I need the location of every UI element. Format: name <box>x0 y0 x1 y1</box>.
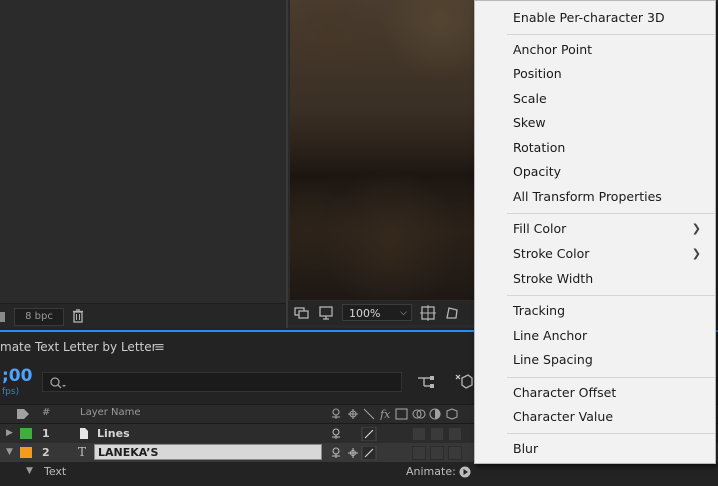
menu-item-character-value[interactable]: Character Value <box>513 406 715 428</box>
chevron-down-icon: ⌵ <box>400 308 407 318</box>
bit-depth-button[interactable]: 8 bpc <box>14 308 64 326</box>
menu-separator <box>507 433 715 434</box>
menu-item-fill-color[interactable]: Fill Color ❯ <box>513 218 715 240</box>
region-of-interest-icon[interactable] <box>420 305 436 321</box>
switches-header-icons: fx <box>332 408 458 420</box>
switch-box[interactable] <box>448 427 462 441</box>
switch-box[interactable] <box>412 427 426 441</box>
document-icon <box>80 428 88 439</box>
search-icon <box>50 377 66 389</box>
menu-separator <box>507 34 715 35</box>
menu-item-character-offset[interactable]: Character Offset <box>513 382 715 404</box>
layer-switches[interactable] <box>330 446 380 460</box>
animate-context-menu: Enable Per-character 3D Anchor Point Pos… <box>474 0 716 464</box>
menu-item-enable-per-character-3d[interactable]: Enable Per-character 3D <box>513 7 715 29</box>
label-color-swatch[interactable] <box>20 428 32 439</box>
composition-flowchart-icon[interactable] <box>416 374 436 390</box>
timeline-tab-title[interactable]: mate Text Letter by Letter <box>0 340 157 354</box>
text-property-row: ▼ Text Animate: <box>0 462 718 481</box>
menu-item-position[interactable]: Position <box>513 63 715 85</box>
collapse-arrow-icon[interactable]: ▼ <box>6 447 13 457</box>
layer-number: 1 <box>42 427 50 440</box>
column-layer-name-header[interactable]: Layer Name <box>80 407 141 418</box>
project-panel: 8 bpc <box>0 0 286 328</box>
menu-item-tracking[interactable]: Tracking <box>513 300 715 322</box>
panel-menu-icon[interactable]: ≡ <box>154 340 165 355</box>
menu-separator <box>507 377 715 378</box>
submenu-arrow-icon: ❯ <box>691 222 701 235</box>
menu-item-anchor-point[interactable]: Anchor Point <box>513 39 715 61</box>
layer-name-input[interactable]: LANEKA’S <box>94 444 322 460</box>
collapse-arrow-icon[interactable]: ▼ <box>26 466 33 476</box>
animate-label: Animate: <box>406 465 456 478</box>
trash-icon[interactable] <box>70 308 86 324</box>
menu-item-all-transform-properties[interactable]: All Transform Properties <box>513 186 715 208</box>
menu-item-opacity[interactable]: Opacity <box>513 161 715 183</box>
menu-item-line-spacing[interactable]: Line Spacing <box>513 349 715 371</box>
menu-item-scale[interactable]: Scale <box>513 88 715 110</box>
layer-search-input[interactable] <box>42 372 402 392</box>
text-layer-icon: T <box>78 445 87 459</box>
layer-number: 2 <box>42 446 50 459</box>
menu-separator <box>507 295 715 296</box>
zoom-select[interactable]: 100% ⌵ <box>342 304 412 321</box>
text-property-label: Text <box>44 465 67 478</box>
mask-path-icon[interactable] <box>444 305 460 321</box>
draft-3d-icon[interactable] <box>454 372 474 392</box>
menu-item-skew[interactable]: Skew <box>513 112 715 134</box>
column-number-header[interactable]: # <box>42 407 50 418</box>
switch-box[interactable] <box>430 446 444 460</box>
menu-item-blur[interactable]: Blur <box>513 438 715 460</box>
menu-item-line-anchor[interactable]: Line Anchor <box>513 325 715 347</box>
menu-item-rotation[interactable]: Rotation <box>513 137 715 159</box>
switch-box[interactable] <box>412 446 426 460</box>
menu-item-stroke-color[interactable]: Stroke Color ❯ <box>513 243 715 265</box>
monitor-icon[interactable] <box>318 305 334 321</box>
menu-separator <box>507 213 715 214</box>
layer-switches[interactable] <box>330 427 380 441</box>
animate-play-icon[interactable] <box>459 466 471 478</box>
project-panel-footer: 8 bpc <box>0 303 286 328</box>
color-depth-icon[interactable] <box>0 312 5 322</box>
switch-box[interactable] <box>430 427 444 441</box>
switch-box[interactable] <box>448 446 462 460</box>
svg-text:fx: fx <box>379 408 391 420</box>
label-tag-icon[interactable] <box>16 408 30 420</box>
composition-preview <box>290 0 490 300</box>
snapshot-icon[interactable] <box>294 305 310 321</box>
submenu-arrow-icon: ❯ <box>691 247 701 260</box>
label-color-swatch[interactable] <box>20 447 32 458</box>
zoom-value: 100% <box>349 307 381 320</box>
current-time-display[interactable]: ;00 <box>2 366 32 386</box>
menu-item-stroke-width[interactable]: Stroke Width <box>513 268 715 290</box>
fps-label: fps) <box>2 387 20 397</box>
layer-name[interactable]: Lines <box>97 427 130 440</box>
expand-arrow-icon[interactable]: ▶ <box>6 428 13 438</box>
